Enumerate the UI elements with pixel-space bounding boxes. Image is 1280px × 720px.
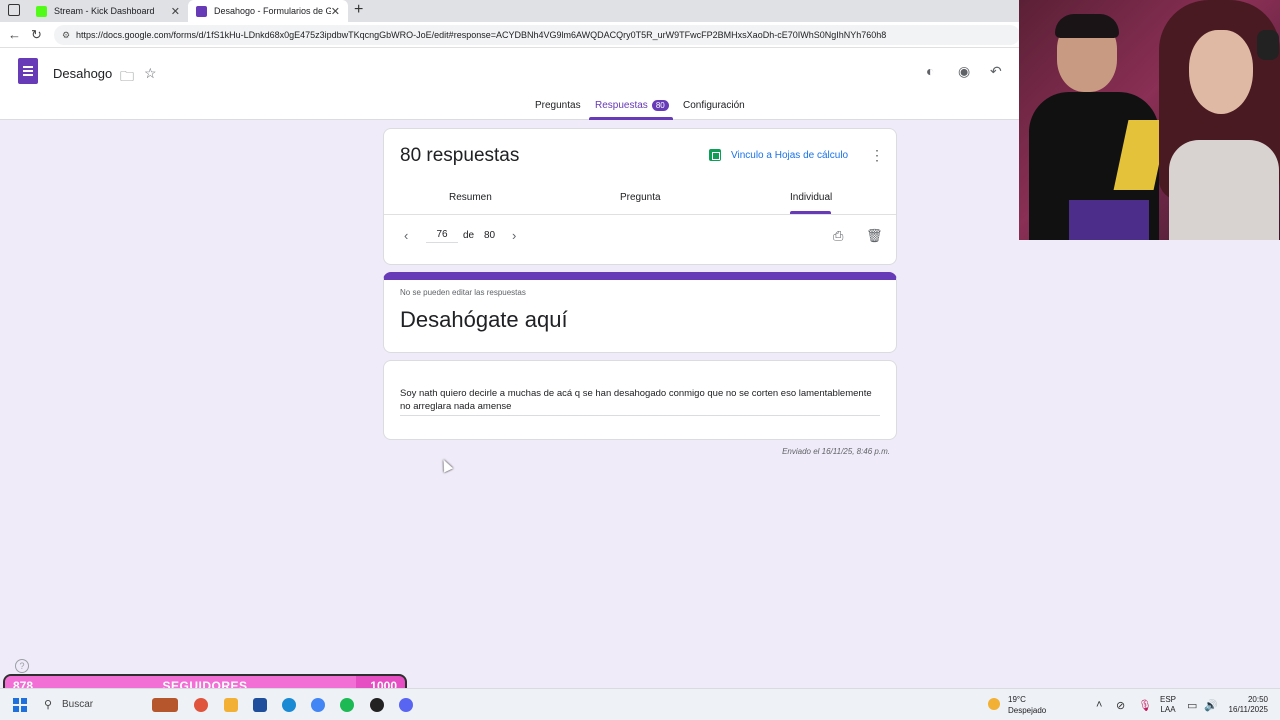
tab-preguntas[interactable]: Preguntas (535, 100, 581, 111)
star-icon[interactable]: ☆ (144, 65, 157, 82)
subtab-pregunta[interactable]: Pregunta (620, 192, 661, 203)
discord-icon[interactable] (399, 698, 413, 712)
store-icon[interactable] (253, 698, 267, 712)
clock-date: 16/11/2025 (1228, 705, 1268, 714)
spotify-icon[interactable] (340, 698, 354, 712)
tab-configuracion[interactable]: Configuración (683, 100, 745, 111)
print-icon[interactable]: ⎙ (833, 228, 843, 244)
pager-total: 80 (484, 230, 496, 241)
link-to-sheets-button[interactable]: Vinculo a Hojas de cálculo (709, 149, 848, 161)
delete-icon[interactable]: 🗑 (866, 228, 883, 244)
tab-google-forms[interactable]: Desahogo - Formularios de Goog ✕ (188, 0, 348, 22)
submitted-timestamp: Enviado el 16/11/25, 8:46 p.m. (782, 447, 890, 456)
responses-count-badge: 80 (651, 100, 669, 111)
copilot-icon[interactable] (194, 698, 208, 712)
document-title[interactable]: Desahogo (53, 66, 112, 81)
weather-moon-icon (988, 698, 1000, 710)
tray-chevron-icon[interactable]: ˄ (1096, 699, 1102, 711)
display-icon[interactable]: ▭ (1187, 699, 1197, 712)
mouse-cursor-icon (438, 457, 454, 473)
folder-icon[interactable]: 🗀 (120, 66, 134, 90)
form-title-card: No se pueden editar las respuestas Desah… (383, 272, 897, 353)
lang-layout: LAA (1160, 705, 1176, 714)
subtab-individual[interactable]: Individual (790, 192, 832, 203)
taskbar: ⚲ Buscar 19°C Despejado ˄ ⊘ 🎙 ESP LAA ▭ … (0, 688, 1280, 720)
weather-widget[interactable]: 19°C Despejado (988, 694, 1046, 716)
weather-temp: 19°C (1008, 695, 1026, 704)
site-info-icon[interactable]: ⚙ (62, 25, 70, 45)
webcam-overlay (1019, 0, 1280, 240)
microphone-icon[interactable]: 🎙 (1138, 699, 1152, 712)
windows-start-icon[interactable] (13, 698, 27, 712)
undo-icon[interactable]: ↶ (990, 63, 1002, 80)
chrome-icon[interactable] (311, 698, 325, 712)
close-tab-icon[interactable]: ✕ (331, 5, 340, 18)
streamer-right (1159, 0, 1280, 240)
tab-respuestas-label: Respuestas (595, 100, 648, 111)
back-arrow-icon[interactable]: ← (8, 27, 21, 42)
tab-actions-icon[interactable] (8, 4, 20, 16)
lang-code: ESP (1160, 695, 1177, 704)
next-response-icon[interactable]: › (512, 228, 516, 243)
search-icon: ⚲ (44, 699, 53, 711)
streamer-left (1029, 10, 1169, 240)
volume-icon[interactable]: 🔊 (1204, 699, 1218, 712)
network-off-icon[interactable]: ⊘ (1116, 699, 1125, 712)
input-language[interactable]: ESP LAA (1160, 695, 1176, 715)
response-number-input[interactable]: 76 (426, 229, 458, 243)
readonly-note: No se pueden editar las respuestas (400, 288, 526, 297)
answer-card: Soy nath quiero decirle a muchas de acá … (383, 360, 897, 440)
link-to-sheets-label: Vinculo a Hojas de cálculo (731, 149, 849, 161)
edge-icon[interactable] (282, 698, 296, 712)
obs-icon[interactable] (370, 698, 384, 712)
palette-icon[interactable]: ◐ (926, 63, 934, 79)
form-title: Desahógate aquí (400, 307, 568, 332)
url-input[interactable]: ⚙ https://docs.google.com/forms/d/1fS1kH… (54, 25, 1020, 45)
close-tab-icon[interactable]: ✕ (171, 5, 180, 18)
system-clock[interactable]: 20:50 16/11/2025 (1222, 695, 1268, 715)
subtab-resumen[interactable]: Resumen (449, 192, 492, 203)
active-tab-indicator (589, 117, 673, 120)
responses-count: 80 respuestas (400, 145, 520, 166)
kick-favicon-icon (36, 5, 47, 17)
file-explorer-icon[interactable] (224, 698, 238, 712)
clock-time: 20:50 (1247, 695, 1268, 704)
forms-favicon-icon (196, 5, 207, 17)
url-text: https://docs.google.com/forms/d/1fS1kHu-… (76, 30, 887, 40)
tab-title: Desahogo - Formularios de Goog (214, 6, 331, 16)
google-forms-logo-icon[interactable] (18, 58, 38, 84)
preview-eye-icon[interactable]: ◉ (958, 63, 970, 80)
weather-condition: Despejado (1008, 706, 1047, 715)
taskbar-search-label: Buscar (62, 699, 94, 710)
pager-of-label: de (463, 230, 475, 241)
sheets-icon (709, 149, 721, 161)
divider (384, 214, 896, 215)
more-options-icon[interactable]: ⋮ (870, 147, 884, 164)
help-icon[interactable]: ? (15, 659, 29, 673)
tab-kick-dashboard[interactable]: Stream - Kick Dashboard ✕ (28, 0, 188, 22)
widget-app-icon[interactable] (152, 698, 178, 712)
tab-respuestas[interactable]: Respuestas 80 (595, 100, 669, 111)
tab-title: Stream - Kick Dashboard (54, 6, 155, 16)
reload-icon[interactable]: ↻ (31, 27, 42, 43)
answer-text: Soy nath quiero decirle a muchas de acá … (400, 387, 880, 416)
responses-card: 80 respuestas Vinculo a Hojas de cálculo… (383, 128, 897, 265)
previous-response-icon[interactable]: ‹ (404, 228, 408, 243)
new-tab-icon[interactable]: + (354, 1, 363, 19)
